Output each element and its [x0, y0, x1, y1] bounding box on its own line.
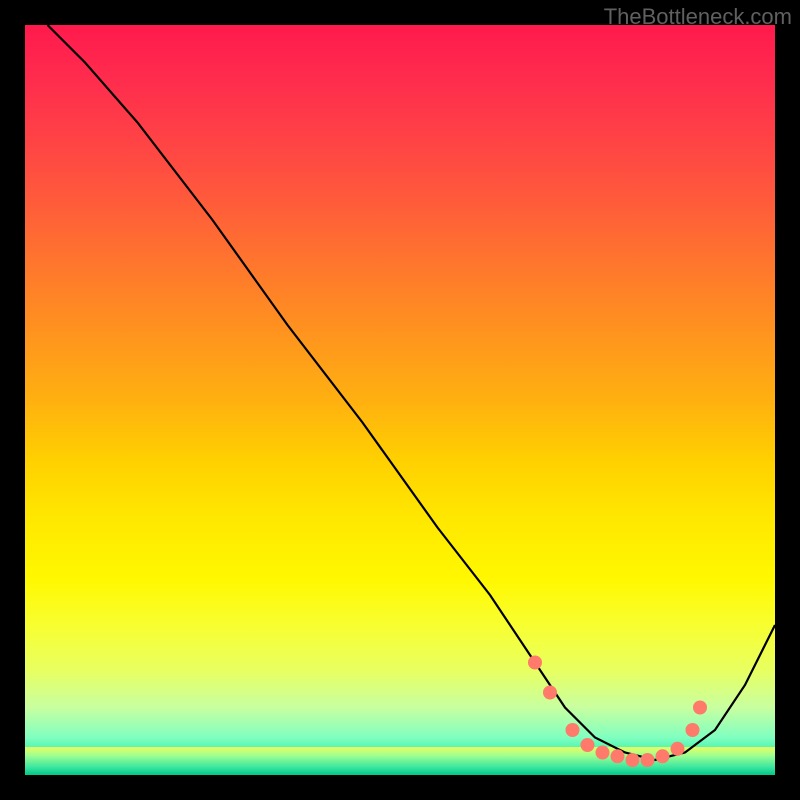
marker-dot — [581, 738, 595, 752]
marker-dot — [528, 656, 542, 670]
optimal-zone-dots — [528, 656, 707, 768]
chart-plot-area — [25, 25, 775, 775]
watermark-text: TheBottleneck.com — [604, 4, 792, 30]
marker-dot — [543, 686, 557, 700]
marker-dot — [671, 742, 685, 756]
marker-dot — [566, 723, 580, 737]
bottleneck-curve — [48, 25, 776, 760]
marker-dot — [656, 749, 670, 763]
chart-svg — [25, 25, 775, 775]
marker-dot — [641, 753, 655, 767]
marker-dot — [686, 723, 700, 737]
marker-dot — [626, 753, 640, 767]
marker-dot — [611, 749, 625, 763]
marker-dot — [693, 701, 707, 715]
marker-dot — [596, 746, 610, 760]
